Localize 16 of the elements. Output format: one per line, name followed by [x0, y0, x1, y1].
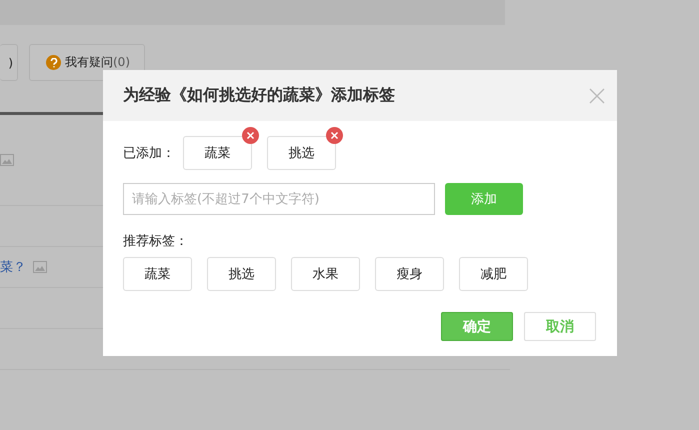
dialog-title: 为经验《如何挑选好的蔬菜》添加标签 [123, 85, 395, 106]
remove-icon[interactable] [242, 127, 259, 144]
recommended-tag[interactable]: 蔬菜 [123, 257, 192, 291]
question-button[interactable]: ) [0, 44, 18, 81]
recommended-tag[interactable]: 挑选 [207, 257, 276, 291]
question-icon [46, 55, 61, 70]
recommended-tag[interactable]: 水果 [291, 257, 360, 291]
image-icon [0, 154, 14, 166]
question-link[interactable]: 菜？ [0, 258, 26, 276]
recommended-tag[interactable]: 瘦身 [375, 257, 444, 291]
added-label: 已添加： [123, 145, 173, 162]
tag-input-field[interactable]: 请输入标签(不超过7个中文字符) [123, 183, 435, 215]
recommended-tag[interactable]: 减肥 [459, 257, 528, 291]
image-icon [33, 261, 47, 273]
remove-icon[interactable] [326, 127, 343, 144]
recommend-label: 推荐标签： [123, 233, 189, 250]
